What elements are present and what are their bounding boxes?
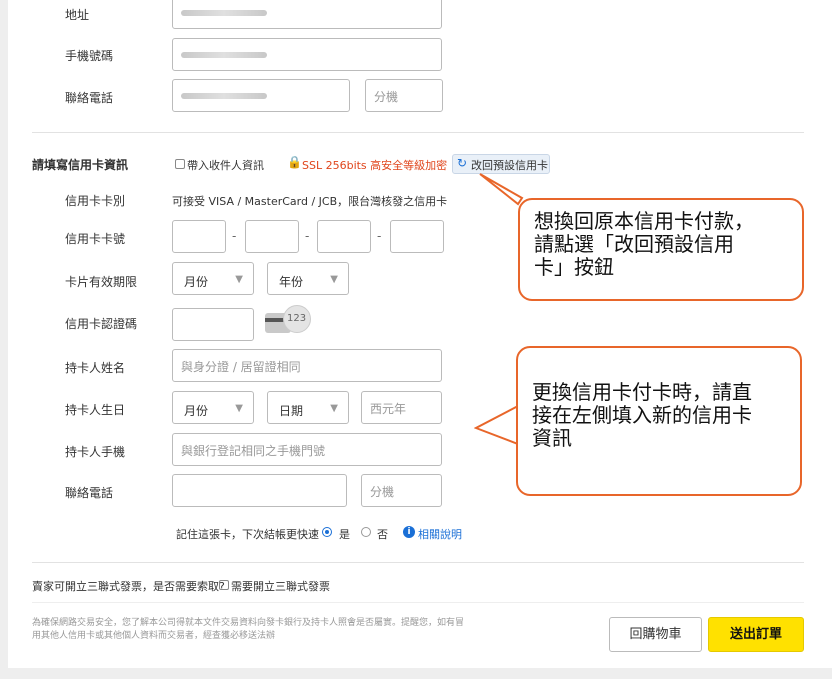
cvv-input[interactable] xyxy=(172,308,254,341)
address-input[interactable] xyxy=(172,0,442,29)
holder-mobile-input[interactable]: 與銀行登記相同之手機門號 xyxy=(172,433,442,466)
cvv-badge-text: 123 xyxy=(287,313,307,324)
divider xyxy=(32,602,804,603)
invoice-question: 賣家可開立三聯式發票，是否需要索取? xyxy=(32,580,225,593)
submit-order-button[interactable]: 送出訂單 xyxy=(708,617,804,652)
extension-placeholder: 分機 xyxy=(370,485,395,499)
phone-label: 聯絡電話 xyxy=(65,91,114,105)
callout-line: 更換信用卡付卡時，請直 xyxy=(532,380,752,404)
disclaimer-line: 為確保網路交易安全，您了解本公司得就本文件交易資料向發卡銀行及持卡人照會是否屬實… xyxy=(32,618,465,628)
remember-yes-radio[interactable] xyxy=(322,527,332,537)
year-option: 年份 xyxy=(279,275,304,289)
expiry-label: 卡片有效期限 xyxy=(65,275,138,289)
dash-separator: - xyxy=(232,229,237,243)
help-link[interactable]: 相關說明 xyxy=(418,526,462,542)
holder-mobile-label: 持卡人手機 xyxy=(65,445,126,459)
phone-extension-input[interactable]: 分機 xyxy=(365,79,443,112)
disclaimer: 為確保網路交易安全，您了解本公司得就本文件交易資料向發卡銀行及持卡人照會是否屬實… xyxy=(32,617,552,643)
birth-day-select[interactable]: 日期 ▼ xyxy=(267,391,349,424)
mobile-label: 手機號碼 xyxy=(65,49,114,63)
address-label: 地址 xyxy=(65,8,90,22)
holder-mobile-placeholder: 與銀行登記相同之手機門號 xyxy=(181,444,326,458)
refresh-icon: ↻ xyxy=(457,156,468,170)
chevron-down-icon: ▼ xyxy=(330,403,338,414)
import-recipient-label: 帶入收件人資訊 xyxy=(187,159,264,172)
cvv-label: 信用卡認證碼 xyxy=(65,317,138,331)
mobile-input[interactable] xyxy=(172,38,442,71)
card-number-label: 信用卡卡號 xyxy=(65,232,126,246)
holder-name-label: 持卡人姓名 xyxy=(65,361,126,375)
birthday-label: 持卡人生日 xyxy=(65,403,126,417)
card-type-value: 可接受 VISA / MasterCard / JCB，限台灣核發之信用卡 xyxy=(172,195,448,208)
contact-phone-label: 聯絡電話 xyxy=(65,486,114,500)
callout-line: 請點選「改回預設信用 xyxy=(534,232,734,256)
card-number-part-3[interactable] xyxy=(317,220,371,253)
dash-separator: - xyxy=(305,229,310,243)
lock-icon: 🔒 xyxy=(287,155,302,169)
remember-no-radio[interactable] xyxy=(361,527,371,537)
holder-name-placeholder: 與身分證 / 居留證相同 xyxy=(181,360,301,374)
radio-dot xyxy=(325,530,329,534)
callout-line: 想換回原本信用卡付款， xyxy=(534,209,754,233)
import-recipient-checkbox[interactable] xyxy=(175,159,185,169)
chevron-down-icon: ▼ xyxy=(330,274,338,285)
chevron-down-icon: ▼ xyxy=(235,274,243,285)
remember-card-label: 記住這張卡，下次結帳更快速 xyxy=(176,528,319,541)
callout-line: 接在左側填入新的信用卡 xyxy=(532,403,752,427)
holder-name-input[interactable]: 與身分證 / 居留證相同 xyxy=(172,349,442,382)
invoice-option-label: 需要開立三聯式發票 xyxy=(231,580,330,593)
extension-placeholder: 分機 xyxy=(374,90,399,104)
back-to-cart-button[interactable]: 回購物車 xyxy=(609,617,702,652)
card-number-part-2[interactable] xyxy=(245,220,299,253)
restore-card-callout: 想換回原本信用卡付款， 請點選「改回預設信用 卡」按鈕 xyxy=(518,198,804,301)
birth-year-input[interactable]: 西元年 xyxy=(361,391,442,424)
expiry-year-select[interactable]: 年份 ▼ xyxy=(267,262,349,295)
month-option: 月份 xyxy=(184,275,209,289)
contact-extension-input[interactable]: 分機 xyxy=(361,474,442,507)
info-icon[interactable]: i xyxy=(403,526,415,538)
disclaimer-line: 用其他人信用卡或其他個人資料而交易者，經查獲必移送法辦 xyxy=(32,631,276,641)
phone-input[interactable] xyxy=(172,79,350,112)
card-section-title: 請填寫信用卡資訊 xyxy=(32,158,129,172)
expiry-month-select[interactable]: 月份 ▼ xyxy=(172,262,254,295)
chevron-down-icon: ▼ xyxy=(235,403,243,414)
card-number-part-1[interactable] xyxy=(172,220,226,253)
callout-line: 資訊 xyxy=(532,426,572,450)
card-number-part-4[interactable] xyxy=(390,220,444,253)
new-card-callout: 更換信用卡付卡時，請直 接在左側填入新的信用卡 資訊 xyxy=(516,346,802,496)
remember-yes-label: 是 xyxy=(339,528,350,541)
card-type-label: 信用卡卡別 xyxy=(65,194,126,208)
callout-line: 卡」按鈕 xyxy=(534,255,614,279)
birth-month-select[interactable]: 月份 ▼ xyxy=(172,391,254,424)
day-option: 日期 xyxy=(279,404,304,418)
birth-year-placeholder: 西元年 xyxy=(370,402,407,416)
contact-phone-input[interactable] xyxy=(172,474,347,507)
divider xyxy=(32,562,804,563)
month-option: 月份 xyxy=(184,404,209,418)
divider xyxy=(32,132,804,133)
remember-no-label: 否 xyxy=(377,528,388,541)
dash-separator: - xyxy=(377,229,382,243)
ssl-label: SSL 256bits 高安全等級加密 xyxy=(302,159,448,172)
invoice-checkbox[interactable] xyxy=(219,580,229,590)
cvv-badge-icon: 123 xyxy=(283,305,311,333)
